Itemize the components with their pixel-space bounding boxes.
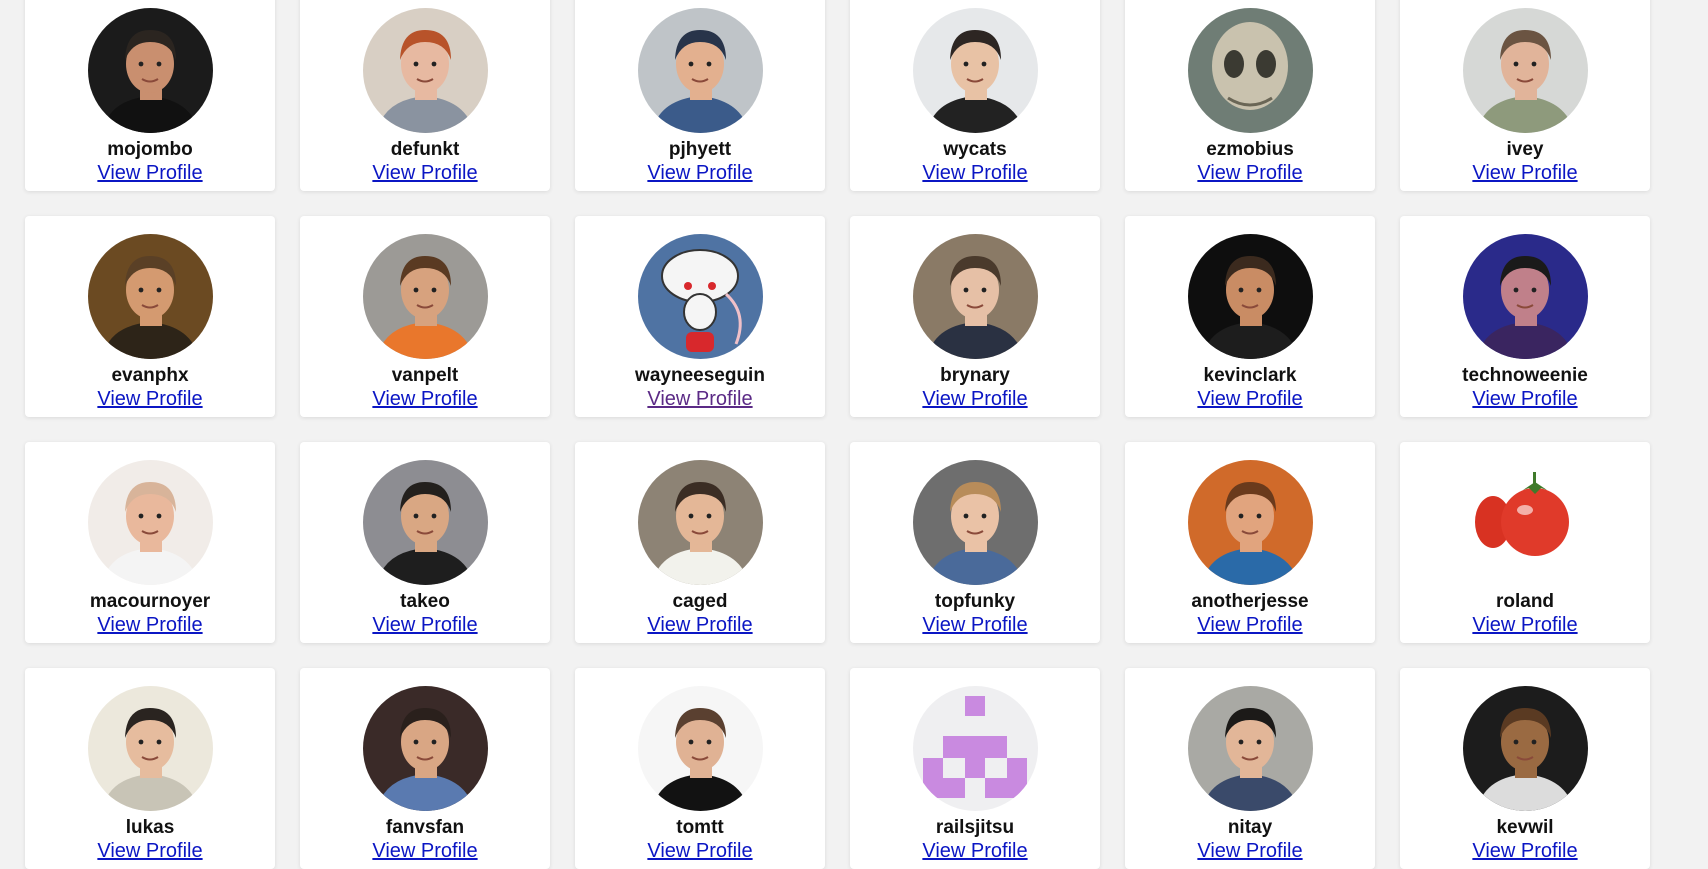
avatar-macournoyer[interactable] bbox=[87, 460, 213, 585]
avatar-ezmobius[interactable] bbox=[1187, 8, 1313, 133]
user-card-brynary: brynary View Profile bbox=[850, 216, 1100, 417]
view-profile-link[interactable]: View Profile bbox=[647, 839, 752, 863]
username: tomtt bbox=[676, 817, 724, 838]
user-card-fanvsfan: fanvsfan View Profile bbox=[300, 668, 550, 869]
username: topfunky bbox=[934, 591, 1016, 612]
view-profile-link[interactable]: View Profile bbox=[1472, 613, 1577, 637]
view-profile-link[interactable]: View Profile bbox=[922, 613, 1027, 637]
user-card-ezmobius: ezmobius View Profile bbox=[1125, 0, 1375, 191]
username: fanvsfan bbox=[385, 817, 465, 838]
username: kevwil bbox=[1496, 817, 1554, 838]
user-card-pjhyett: pjhyett View Profile bbox=[575, 0, 825, 191]
view-profile-link[interactable]: View Profile bbox=[1197, 387, 1302, 411]
avatar-vanpelt[interactable] bbox=[362, 234, 488, 359]
user-card-defunkt: defunkt View Profile bbox=[300, 0, 550, 191]
avatar-tomtt[interactable] bbox=[637, 686, 763, 811]
view-profile-link[interactable]: View Profile bbox=[647, 387, 752, 411]
avatar-mojombo[interactable] bbox=[87, 8, 213, 133]
view-profile-link[interactable]: View Profile bbox=[97, 839, 202, 863]
username: ezmobius bbox=[1206, 139, 1294, 160]
username: caged bbox=[672, 591, 728, 612]
view-profile-link[interactable]: View Profile bbox=[372, 839, 477, 863]
username: lukas bbox=[125, 817, 175, 838]
view-profile-link[interactable]: View Profile bbox=[1472, 839, 1577, 863]
view-profile-link[interactable]: View Profile bbox=[97, 387, 202, 411]
user-card-topfunky: topfunky View Profile bbox=[850, 442, 1100, 643]
view-profile-link[interactable]: View Profile bbox=[922, 161, 1027, 185]
view-profile-link[interactable]: View Profile bbox=[1197, 161, 1302, 185]
username: anotherjesse bbox=[1191, 591, 1309, 612]
view-profile-link[interactable]: View Profile bbox=[372, 161, 477, 185]
avatar-wycats[interactable] bbox=[912, 8, 1038, 133]
user-card-vanpelt: vanpelt View Profile bbox=[300, 216, 550, 417]
user-card-nitay: nitay View Profile bbox=[1125, 668, 1375, 869]
user-card-tomtt: tomtt View Profile bbox=[575, 668, 825, 869]
username: defunkt bbox=[390, 139, 460, 160]
avatar-railsjitsu[interactable] bbox=[912, 686, 1038, 811]
username: vanpelt bbox=[391, 365, 459, 386]
avatar-kevwil[interactable] bbox=[1462, 686, 1588, 811]
user-card-railsjitsu: railsjitsu View Profile bbox=[850, 668, 1100, 869]
view-profile-link[interactable]: View Profile bbox=[647, 613, 752, 637]
user-card-anotherjesse: anotherjesse View Profile bbox=[1125, 442, 1375, 643]
username: macournoyer bbox=[89, 591, 211, 612]
user-card-mojombo: mojombo View Profile bbox=[25, 0, 275, 191]
username: ivey bbox=[1506, 139, 1544, 160]
username: evanphx bbox=[111, 365, 189, 386]
user-card-macournoyer: macournoyer View Profile bbox=[25, 442, 275, 643]
avatar-lukas[interactable] bbox=[87, 686, 213, 811]
avatar-fanvsfan[interactable] bbox=[362, 686, 488, 811]
username: mojombo bbox=[107, 139, 193, 160]
avatar-kevinclark[interactable] bbox=[1187, 234, 1313, 359]
username: technoweenie bbox=[1462, 365, 1588, 386]
user-card-lukas: lukas View Profile bbox=[25, 668, 275, 869]
username: nitay bbox=[1227, 817, 1273, 838]
view-profile-link[interactable]: View Profile bbox=[1472, 161, 1577, 185]
username: kevinclark bbox=[1203, 365, 1297, 386]
username: railsjitsu bbox=[935, 817, 1015, 838]
user-card-caged: caged View Profile bbox=[575, 442, 825, 643]
username: wycats bbox=[943, 139, 1007, 160]
username: roland bbox=[1495, 591, 1555, 612]
view-profile-link[interactable]: View Profile bbox=[922, 839, 1027, 863]
username: brynary bbox=[940, 365, 1010, 386]
view-profile-link[interactable]: View Profile bbox=[922, 387, 1027, 411]
user-card-technoweenie: technoweenie View Profile bbox=[1400, 216, 1650, 417]
user-card-takeo: takeo View Profile bbox=[300, 442, 550, 643]
avatar-evanphx[interactable] bbox=[87, 234, 213, 359]
avatar-caged[interactable] bbox=[637, 460, 763, 585]
avatar-wayneeseguin[interactable] bbox=[637, 234, 763, 359]
avatar-brynary[interactable] bbox=[912, 234, 1038, 359]
view-profile-link[interactable]: View Profile bbox=[647, 161, 752, 185]
avatar-technoweenie[interactable] bbox=[1462, 234, 1588, 359]
avatar-defunkt[interactable] bbox=[362, 8, 488, 133]
user-card-ivey: ivey View Profile bbox=[1400, 0, 1650, 191]
user-card-wycats: wycats View Profile bbox=[850, 0, 1100, 191]
avatar-takeo[interactable] bbox=[362, 460, 488, 585]
avatar-anotherjesse[interactable] bbox=[1187, 460, 1313, 585]
view-profile-link[interactable]: View Profile bbox=[97, 161, 202, 185]
user-card-kevinclark: kevinclark View Profile bbox=[1125, 216, 1375, 417]
avatar-nitay[interactable] bbox=[1187, 686, 1313, 811]
user-card-wayneeseguin: wayneeseguin View Profile bbox=[575, 216, 825, 417]
view-profile-link[interactable]: View Profile bbox=[372, 613, 477, 637]
avatar-ivey[interactable] bbox=[1462, 8, 1588, 133]
view-profile-link[interactable]: View Profile bbox=[1472, 387, 1577, 411]
view-profile-link[interactable]: View Profile bbox=[1197, 839, 1302, 863]
avatar-roland[interactable] bbox=[1462, 460, 1588, 585]
avatar-topfunky[interactable] bbox=[912, 460, 1038, 585]
user-grid: mojombo View Profile defunkt View Profil… bbox=[25, 0, 1650, 869]
user-card-evanphx: evanphx View Profile bbox=[25, 216, 275, 417]
view-profile-link[interactable]: View Profile bbox=[372, 387, 477, 411]
view-profile-link[interactable]: View Profile bbox=[1197, 613, 1302, 637]
username: takeo bbox=[400, 591, 450, 612]
user-card-kevwil: kevwil View Profile bbox=[1400, 668, 1650, 869]
user-card-roland: roland View Profile bbox=[1400, 442, 1650, 643]
username: wayneeseguin bbox=[635, 365, 765, 386]
view-profile-link[interactable]: View Profile bbox=[97, 613, 202, 637]
username: pjhyett bbox=[668, 139, 732, 160]
avatar-pjhyett[interactable] bbox=[637, 8, 763, 133]
